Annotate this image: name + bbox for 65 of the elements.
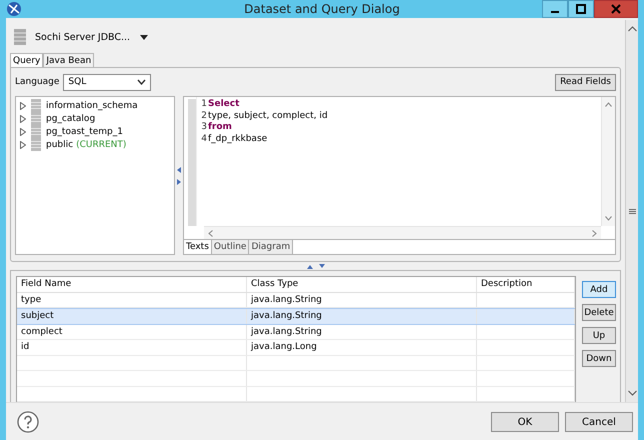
database-icon xyxy=(14,29,26,45)
line-number: 3 xyxy=(200,122,207,134)
tab[interactable]: Texts xyxy=(184,240,212,254)
maximize-icon xyxy=(576,4,586,14)
language-label: Language xyxy=(15,77,60,87)
tree-item[interactable]: public xyxy=(46,140,74,150)
tree-item[interactable]: information_schema xyxy=(46,100,138,110)
column-header[interactable]: Description xyxy=(477,277,575,292)
dialog-button[interactable]: OK xyxy=(491,412,559,432)
scrollbar[interactable] xyxy=(204,226,601,239)
table-cell: complect xyxy=(17,324,247,339)
column-header[interactable]: Class Type xyxy=(247,277,477,292)
current-tag: (CURRENT) xyxy=(76,140,126,150)
close-button[interactable] xyxy=(594,0,638,18)
table-row[interactable]: subject java.lang.String xyxy=(17,308,575,324)
grip-icon xyxy=(628,208,636,214)
table-row[interactable]: id java.lang.Long xyxy=(17,340,575,356)
tab[interactable]: Java Bean xyxy=(43,53,94,67)
table-cell: java.lang.Long xyxy=(247,340,477,354)
tree-item[interactable]: pg_toast_temp_1 xyxy=(46,126,123,136)
sash-arrows-icon[interactable] xyxy=(177,166,181,184)
dialog-button[interactable]: Cancel xyxy=(565,412,633,432)
side-button[interactable]: Delete xyxy=(582,304,616,321)
line-number: 2 xyxy=(200,110,207,122)
side-button[interactable]: Add xyxy=(582,281,616,298)
side-button[interactable]: Down xyxy=(582,350,616,367)
sash-arrows-icon[interactable] xyxy=(306,264,324,268)
caret-icon xyxy=(140,34,148,40)
column-header[interactable]: Field Name xyxy=(17,277,247,292)
minimize-icon xyxy=(551,11,559,13)
database-icon xyxy=(31,99,41,112)
table-row[interactable]: complect java.lang.String xyxy=(17,324,575,340)
table-cell: subject xyxy=(17,309,247,324)
tab[interactable]: Outline xyxy=(212,240,250,254)
scrollbar[interactable] xyxy=(601,97,615,226)
table-cell: id xyxy=(17,340,247,354)
table-cell: type xyxy=(17,292,247,307)
table-cell: java.lang.String xyxy=(247,324,477,339)
help-icon[interactable] xyxy=(17,411,39,433)
code-line: from xyxy=(208,122,232,134)
line-number: 4 xyxy=(200,134,207,145)
database-icon xyxy=(31,125,41,138)
read-fields-button[interactable]: Read Fields xyxy=(555,74,616,90)
database-icon xyxy=(31,112,41,125)
code-line: f_dp_rkkbase xyxy=(208,134,268,145)
code-line: Select xyxy=(208,99,240,110)
app-icon xyxy=(6,1,22,17)
table-cell: java.lang.String xyxy=(247,292,477,307)
window-title: Dataset and Query Dialog xyxy=(243,2,401,16)
query-editor[interactable]: 1 Select 2type, subject, complect, id 3from 4f_dp_rkkbase Texts Outline Diagram xyxy=(183,96,616,255)
maximize-button[interactable] xyxy=(568,0,594,18)
scrollbar[interactable] xyxy=(625,20,638,402)
language-dropdown[interactable]: SQL xyxy=(63,74,152,90)
table-cell: java.lang.String xyxy=(247,309,477,324)
code-line: type, subject, complect, id xyxy=(208,110,328,122)
minimize-button[interactable] xyxy=(542,0,568,18)
tab[interactable]: Diagram xyxy=(249,240,294,254)
side-button[interactable]: Up xyxy=(582,327,616,344)
tab[interactable]: Query xyxy=(10,53,44,67)
tree-item[interactable]: pg_catalog xyxy=(46,114,96,124)
database-icon xyxy=(31,138,41,151)
chevron-down-icon xyxy=(137,79,146,85)
data-source-dropdown[interactable]: Sochi Server JDBC... xyxy=(35,32,148,42)
line-number: 1 xyxy=(200,99,207,110)
close-icon xyxy=(611,4,621,14)
